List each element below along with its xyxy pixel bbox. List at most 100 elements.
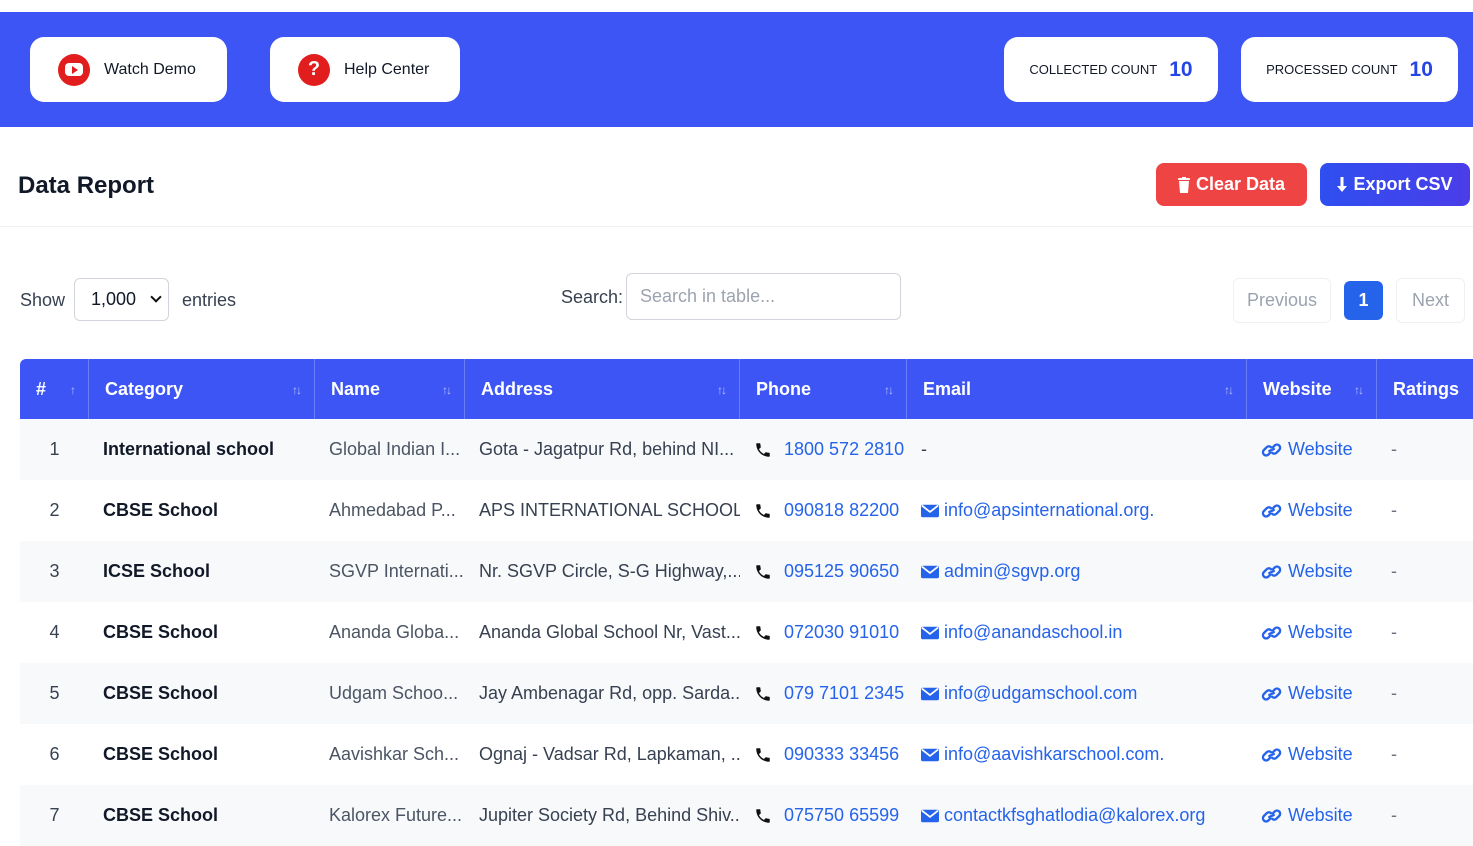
entries-value: 1,000 — [91, 289, 137, 309]
next-page-button[interactable]: Next — [1396, 278, 1465, 323]
header-email[interactable]: Email ↑↓ — [907, 359, 1247, 419]
header-category[interactable]: Category ↑↓ — [89, 359, 315, 419]
link-icon — [1261, 808, 1282, 823]
header-name[interactable]: Name ↑↓ — [315, 359, 465, 419]
website-link[interactable]: Website — [1288, 439, 1353, 460]
cell-number: 3 — [49, 561, 60, 581]
cell-ratings: - — [1391, 561, 1397, 581]
cell-phone[interactable]: 090818 82200 — [740, 500, 907, 521]
cell-website[interactable]: Website — [1247, 561, 1377, 582]
phone-icon — [756, 625, 770, 640]
table-row: 3 ICSE School SGVP Internati... Nr. SGVP Ci… — [20, 541, 1473, 602]
mail-icon — [921, 626, 939, 639]
cell-address: Nr. SGVP Circle, S-G Highway,... — [479, 561, 740, 581]
header-phone[interactable]: Phone ↑↓ — [740, 359, 907, 419]
website-link[interactable]: Website — [1288, 744, 1353, 765]
header-address[interactable]: Address ↑↓ — [465, 359, 740, 419]
phone-link[interactable]: 1800 572 2810 — [784, 439, 904, 460]
cell-website[interactable]: Website — [1247, 744, 1377, 765]
website-link[interactable]: Website — [1288, 683, 1353, 704]
cell-phone[interactable]: 072030 91010 — [740, 622, 907, 643]
cell-phone[interactable]: 090333 33456 — [740, 744, 907, 765]
header-email-label: Email — [923, 378, 972, 399]
email-link[interactable]: info@apsinternational.org. — [944, 500, 1154, 521]
email-link[interactable]: contactkfsghatlodia@kalorex.org — [944, 805, 1205, 826]
header-website-label: Website — [1263, 378, 1332, 399]
header-ratings-label: Ratings — [1393, 378, 1460, 399]
cell-address: Jupiter Society Rd, Behind Shiv... — [479, 805, 740, 825]
cell-website[interactable]: Website — [1247, 805, 1377, 826]
sort-icon: ↑↓ — [1354, 383, 1364, 397]
header-website[interactable]: Website ↑↓ — [1247, 359, 1377, 419]
link-icon — [1261, 747, 1282, 762]
table-row: 5 CBSE School Udgam Schoo... Jay Ambenagar … — [20, 663, 1473, 724]
phone-link[interactable]: 090333 33456 — [784, 744, 899, 765]
watch-demo-button[interactable]: Watch Demo — [30, 37, 227, 102]
table-header: # ↑ Category ↑↓ Name ↑↓ Address ↑↓ Phone ↑↓ E… — [20, 359, 1473, 419]
cell-address: Jay Ambenagar Rd, opp. Sarda... — [479, 683, 740, 703]
cell-phone[interactable]: 075750 65599 — [740, 805, 907, 826]
cell-number: 1 — [49, 439, 60, 459]
cell-email[interactable]: info@apsinternational.org. — [907, 500, 1247, 521]
cell-name: SGVP Internati... — [329, 561, 464, 581]
table-row: 4 CBSE School Ananda Globa... Ananda Global… — [20, 602, 1473, 663]
export-csv-button[interactable]: Export CSV — [1320, 163, 1470, 206]
cell-website[interactable]: Website — [1247, 500, 1377, 521]
collected-count-label: COLLECTED COUNT — [1029, 62, 1158, 77]
entries-label: entries — [182, 290, 237, 310]
sort-icon: ↑↓ — [1224, 383, 1234, 397]
collected-count-badge: COLLECTED COUNT 10 — [1004, 37, 1218, 102]
phone-link[interactable]: 090818 82200 — [784, 500, 899, 521]
clear-data-button[interactable]: Clear Data — [1156, 163, 1307, 206]
cell-email[interactable]: - — [907, 439, 1247, 460]
page-1-button[interactable]: 1 — [1344, 281, 1383, 320]
phone-link[interactable]: 079 7101 2345 — [784, 683, 904, 704]
phone-link[interactable]: 075750 65599 — [784, 805, 899, 826]
cell-name: Udgam Schoo... — [329, 683, 459, 703]
cell-address: Ananda Global School Nr, Vast... — [479, 622, 740, 642]
previous-page-button[interactable]: Previous — [1233, 278, 1331, 323]
cell-number: 2 — [49, 500, 60, 520]
search-input[interactable] — [626, 273, 901, 320]
cell-category: ICSE School — [103, 561, 211, 581]
entries-select[interactable]: 1,000 — [74, 278, 169, 321]
cell-email[interactable]: admin@sgvp.org — [907, 561, 1247, 582]
cell-website[interactable]: Website — [1247, 622, 1377, 643]
cell-phone[interactable]: 095125 90650 — [740, 561, 907, 582]
cell-phone[interactable]: 079 7101 2345 — [740, 683, 907, 704]
top-banner: Watch Demo ? Help Center COLLECTED COUNT… — [0, 12, 1473, 127]
table-body: 1 International school Global Indian I... G… — [20, 419, 1473, 846]
mail-icon — [921, 687, 939, 700]
cell-website[interactable]: Website — [1247, 683, 1377, 704]
website-link[interactable]: Website — [1288, 622, 1353, 643]
sort-icon: ↑ — [70, 383, 76, 397]
cell-name: Global Indian I... — [329, 439, 461, 459]
cell-ratings: - — [1391, 622, 1397, 642]
header-number[interactable]: # ↑ — [20, 359, 89, 419]
cell-website[interactable]: Website — [1247, 439, 1377, 460]
phone-link[interactable]: 095125 90650 — [784, 561, 899, 582]
phone-icon — [756, 686, 770, 701]
email-link[interactable]: admin@sgvp.org — [944, 561, 1080, 582]
header-ratings[interactable]: Ratings — [1377, 359, 1473, 419]
website-link[interactable]: Website — [1288, 561, 1353, 582]
cell-category: CBSE School — [103, 805, 219, 825]
email-link[interactable]: info@aavishkarschool.com. — [944, 744, 1164, 765]
website-link[interactable]: Website — [1288, 500, 1353, 521]
help-center-button[interactable]: ? Help Center — [270, 37, 460, 102]
cell-email[interactable]: info@udgamschool.com — [907, 683, 1247, 704]
mail-icon — [921, 748, 939, 761]
cell-email[interactable]: contactkfsghatlodia@kalorex.org — [907, 805, 1247, 826]
cell-phone[interactable]: 1800 572 2810 — [740, 439, 907, 460]
cell-ratings: - — [1391, 500, 1397, 520]
processed-count-badge: PROCESSED COUNT 10 — [1241, 37, 1458, 102]
cell-email[interactable]: info@aavishkarschool.com. — [907, 744, 1247, 765]
cell-email[interactable]: info@anandaschool.in — [907, 622, 1247, 643]
cell-address: Gota - Jagatpur Rd, behind NI... — [479, 439, 735, 459]
website-link[interactable]: Website — [1288, 805, 1353, 826]
clear-data-label: Clear Data — [1195, 174, 1286, 194]
email-link[interactable]: info@udgamschool.com — [944, 683, 1137, 704]
search-label: Search: — [561, 287, 624, 307]
email-link[interactable]: info@anandaschool.in — [944, 622, 1122, 643]
phone-link[interactable]: 072030 91010 — [784, 622, 899, 643]
